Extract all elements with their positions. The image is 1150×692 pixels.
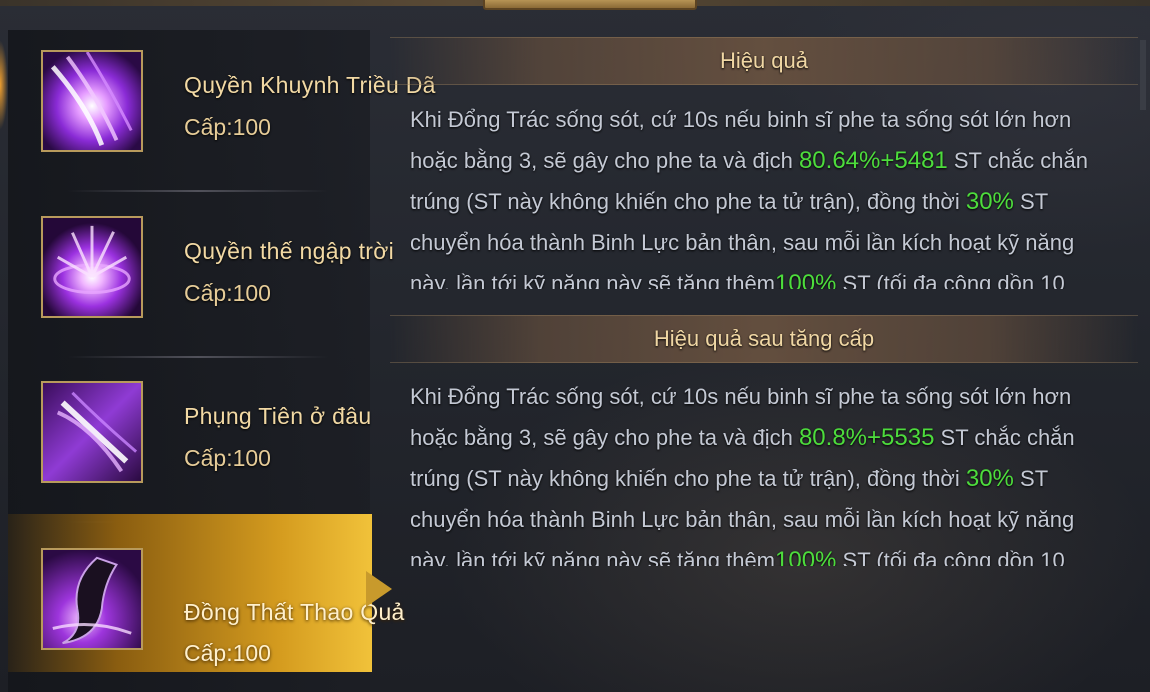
skill-level: Cấp:100	[184, 280, 271, 306]
effect-title: Hiệu quả	[719, 48, 809, 73]
upgrade-effect-description: Khi Đổng Trác sống sót, cứ 10s nếu binh …	[410, 376, 1110, 566]
dark-blade-icon	[41, 548, 143, 650]
upgrade-effect-header: Hiệu quả sau tăng cấp	[390, 315, 1138, 363]
convert-value: 30%	[965, 465, 1014, 492]
skill-level: Cấp:100	[184, 640, 271, 666]
skill-name: Quyền thế ngập trời	[184, 238, 395, 264]
skill-item-4-selected[interactable]: Đồng Thất Thao Quả Cấp:100	[8, 514, 404, 676]
skill-level: Cấp:100	[184, 445, 271, 471]
purple-burst-icon	[41, 216, 143, 318]
left-edge-glow	[0, 40, 8, 130]
scrollbar[interactable]	[1140, 40, 1146, 110]
divider	[68, 190, 328, 192]
effect-header: Hiệu quả	[390, 37, 1138, 85]
skill-level: Cấp:100	[184, 114, 271, 140]
convert-value: 30%	[965, 188, 1014, 215]
stack-value: 100%	[775, 270, 837, 289]
stack-value: 100%	[775, 547, 837, 566]
divider	[68, 356, 328, 358]
skill-name: Phụng Tiên ở đâu	[184, 403, 372, 429]
purple-spear-icon	[41, 381, 143, 483]
damage-value: 80.64%+5481	[798, 147, 948, 174]
skill-item-2[interactable]: Quyền thế ngập trời Cấp:100	[8, 196, 394, 358]
upgrade-effect-title: Hiệu quả sau tăng cấp	[653, 326, 875, 351]
effect-description: Khi Đổng Trác sống sót, cứ 10s nếu binh …	[410, 99, 1110, 289]
skill-item-1[interactable]: Quyền Khuynh Triều Dã Cấp:100	[8, 30, 435, 192]
skill-item-3[interactable]: Phụng Tiên ở đâu Cấp:100	[8, 361, 372, 523]
purple-claw-slash-icon	[41, 50, 143, 152]
skill-list: Quyền Khuynh Triều Dã Cấp:100 Quyền thế …	[8, 30, 435, 692]
damage-value: 80.8%+5535	[798, 424, 935, 451]
selection-arrow-icon	[366, 571, 392, 607]
title-tab	[483, 0, 697, 10]
